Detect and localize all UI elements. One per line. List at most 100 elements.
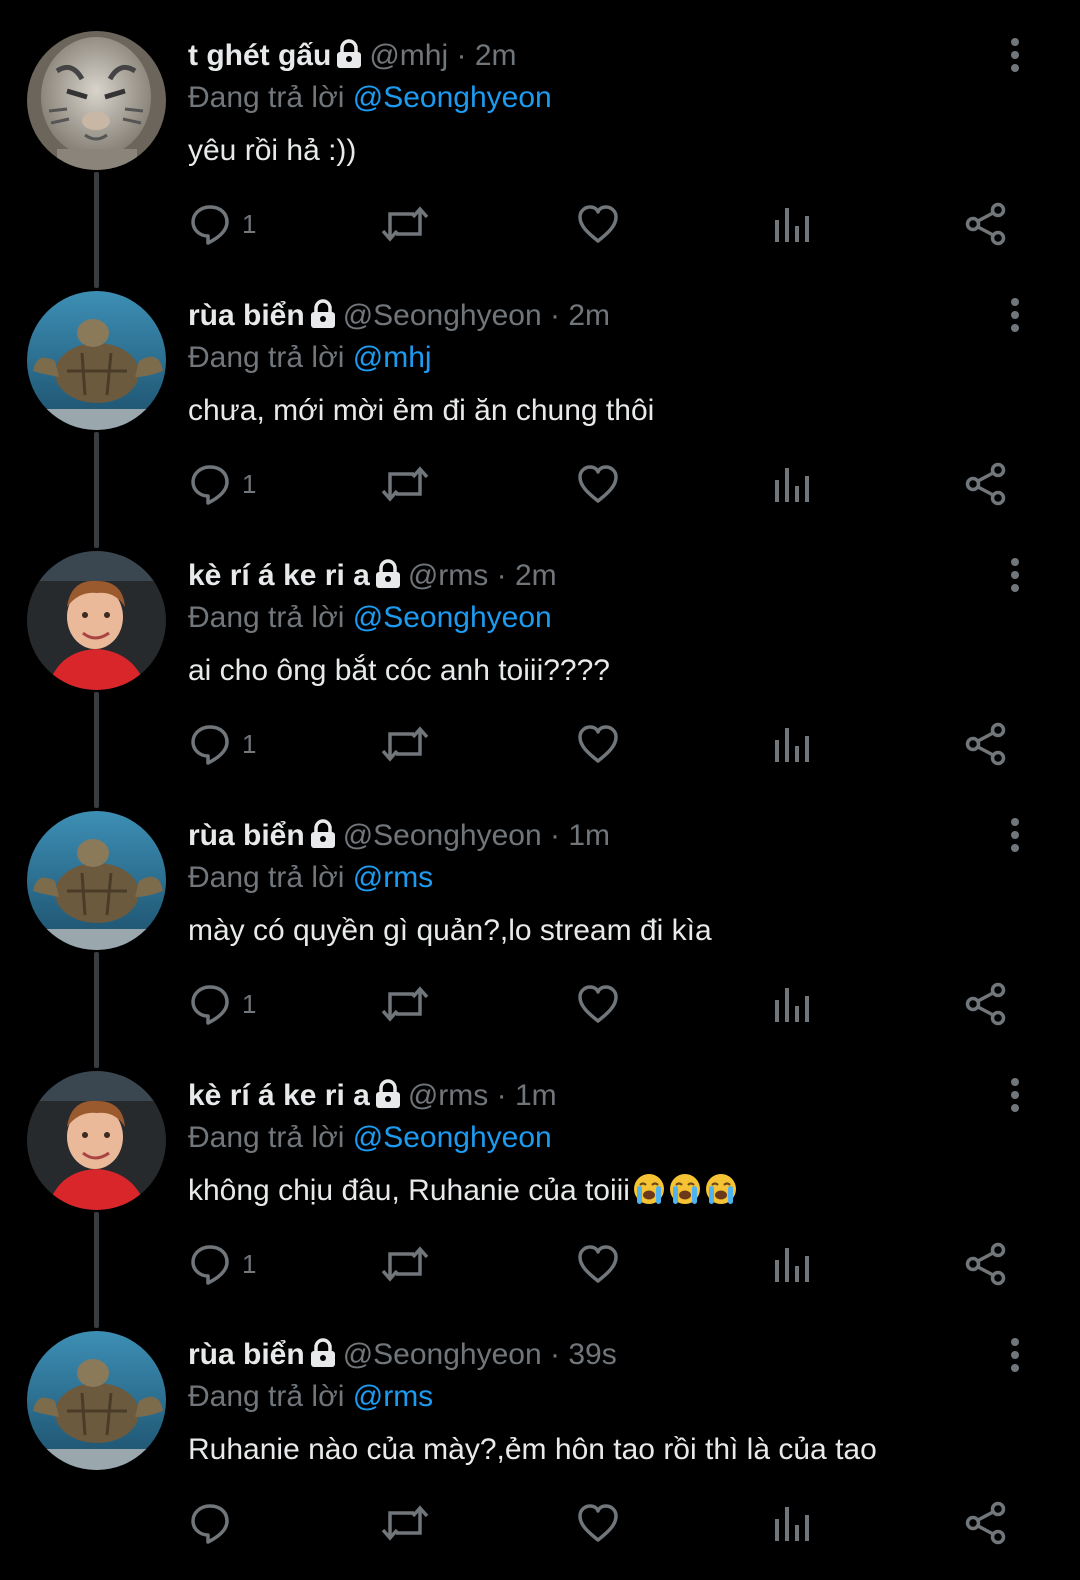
mention-link[interactable]: @Seonghyeon: [353, 1121, 552, 1154]
timestamp[interactable]: 1m: [568, 819, 610, 852]
views-button[interactable]: [772, 456, 812, 512]
share-button[interactable]: [964, 716, 1008, 772]
retweet-icon: [381, 986, 429, 1022]
reply-button[interactable]: 1: [188, 456, 256, 512]
user-handle[interactable]: @mhj: [369, 39, 448, 72]
avatar-kid-red-shirt[interactable]: [27, 1071, 166, 1210]
more-vertical-icon[interactable]: [1001, 1077, 1029, 1113]
share-button[interactable]: [964, 1495, 1008, 1551]
retweet-button[interactable]: [380, 1236, 430, 1292]
tweet[interactable]: rùa biển @Seonghyeon · 1m Đang trả lời @r…: [0, 780, 1080, 1068]
timestamp[interactable]: 2m: [475, 39, 517, 72]
reply-prefix: Đang trả lời: [188, 861, 345, 894]
timestamp[interactable]: 39s: [568, 1338, 616, 1371]
views-button[interactable]: [772, 976, 812, 1032]
timestamp[interactable]: 1m: [515, 1079, 557, 1112]
user-handle[interactable]: @rms: [408, 559, 488, 592]
like-button[interactable]: [576, 716, 620, 772]
separator-dot: ·: [456, 39, 467, 72]
action-bar: 1: [0, 456, 1080, 512]
heart-icon: [578, 1245, 618, 1283]
loudly-crying-face-icon: [669, 1174, 700, 1204]
more-vertical-icon[interactable]: [1001, 1337, 1029, 1373]
user-handle[interactable]: @Seonghyeon: [343, 819, 542, 852]
views-button[interactable]: [772, 1495, 812, 1551]
display-name[interactable]: rùa biển: [188, 819, 305, 852]
tweet[interactable]: rùa biển @Seonghyeon · 39s Đang trả lời @…: [0, 1300, 1080, 1580]
avatar-kid-red-shirt[interactable]: [27, 551, 166, 690]
display-name[interactable]: t ghét gấu: [188, 39, 331, 72]
tweet[interactable]: t ghét gấu @mhj · 2m Đang trả lời @Seongh…: [0, 0, 1080, 288]
user-handle[interactable]: @rms: [408, 1079, 488, 1112]
reply-button[interactable]: 1: [188, 716, 256, 772]
avatar-tiger-mask[interactable]: [27, 31, 166, 170]
reply-count: 1: [242, 1248, 257, 1279]
reply-button[interactable]: 1: [188, 196, 256, 252]
reply-icon: [191, 1245, 229, 1285]
reply-prefix: Đang trả lời: [188, 81, 345, 114]
display-name[interactable]: rùa biển: [188, 299, 305, 332]
more-vertical-icon[interactable]: [1001, 297, 1029, 333]
reply-count: 1: [242, 208, 257, 239]
like-button[interactable]: [576, 456, 620, 512]
tweet-text-body: không chịu đâu, Ruhanie của toiii: [188, 1174, 630, 1207]
user-handle[interactable]: @Seonghyeon: [343, 299, 542, 332]
retweet-button[interactable]: [380, 716, 430, 772]
views-chart-icon: [775, 1248, 809, 1282]
retweet-button[interactable]: [380, 1495, 430, 1551]
like-button[interactable]: [576, 196, 620, 252]
share-button[interactable]: [964, 976, 1008, 1032]
lock-icon: [375, 1079, 400, 1108]
avatar-sea-turtle[interactable]: [27, 1331, 166, 1470]
share-button[interactable]: [964, 456, 1008, 512]
share-button[interactable]: [964, 196, 1008, 252]
replying-to: Đang trả lời @Seonghyeon: [188, 1118, 552, 1158]
reply-button[interactable]: [188, 1495, 242, 1551]
reply-button[interactable]: 1: [188, 1236, 256, 1292]
retweet-button[interactable]: [380, 456, 430, 512]
tweet-text: chưa, mới mời ẻm đi ăn chung thôi: [188, 394, 655, 427]
display-name[interactable]: rùa biển: [188, 1338, 305, 1371]
reply-icon: [191, 205, 229, 245]
action-bar: 1: [0, 716, 1080, 772]
views-chart-icon: [775, 208, 809, 242]
like-button[interactable]: [576, 1236, 620, 1292]
display-name[interactable]: kè rí á ke ri a: [188, 559, 370, 592]
tweet[interactable]: rùa biển @Seonghyeon · 2m Đang trả lời @m…: [0, 260, 1080, 548]
tweet[interactable]: kè rí á ke ri a @rms · 1m Đang trả lời @S…: [0, 1040, 1080, 1328]
like-button[interactable]: [576, 976, 620, 1032]
timestamp[interactable]: 2m: [568, 299, 610, 332]
tweet-text: ai cho ông bắt cóc anh toiii????: [188, 654, 610, 687]
tweet-header: rùa biển @Seonghyeon · 1m: [188, 816, 610, 856]
views-chart-icon: [775, 468, 809, 502]
share-icon: [965, 722, 1006, 766]
retweet-icon: [381, 466, 429, 502]
share-icon: [965, 202, 1006, 246]
like-button[interactable]: [576, 1495, 620, 1551]
mention-link[interactable]: @rms: [353, 861, 433, 894]
retweet-button[interactable]: [380, 976, 430, 1032]
user-handle[interactable]: @Seonghyeon: [343, 1338, 542, 1371]
retweet-button[interactable]: [380, 196, 430, 252]
tweet-header: rùa biển @Seonghyeon · 39s: [188, 1335, 617, 1375]
mention-link[interactable]: @rms: [353, 1380, 433, 1413]
mention-link[interactable]: @mhj: [353, 341, 432, 374]
more-vertical-icon[interactable]: [1001, 817, 1029, 853]
more-vertical-icon[interactable]: [1001, 37, 1029, 73]
share-button[interactable]: [964, 1236, 1008, 1292]
avatar-sea-turtle[interactable]: [27, 291, 166, 430]
display-name[interactable]: kè rí á ke ri a: [188, 1079, 370, 1112]
separator-dot: ·: [550, 299, 560, 332]
reply-button[interactable]: 1: [188, 976, 256, 1032]
separator-dot: ·: [550, 819, 560, 852]
mention-link[interactable]: @Seonghyeon: [353, 601, 552, 634]
mention-link[interactable]: @Seonghyeon: [353, 81, 552, 114]
tweet[interactable]: kè rí á ke ri a @rms · 2m Đang trả lời @S…: [0, 520, 1080, 808]
views-button[interactable]: [772, 196, 812, 252]
timestamp[interactable]: 2m: [515, 559, 557, 592]
avatar-sea-turtle[interactable]: [27, 811, 166, 950]
views-button[interactable]: [772, 1236, 812, 1292]
more-vertical-icon[interactable]: [1001, 557, 1029, 593]
views-button[interactable]: [772, 716, 812, 772]
action-bar: 1: [0, 196, 1080, 252]
